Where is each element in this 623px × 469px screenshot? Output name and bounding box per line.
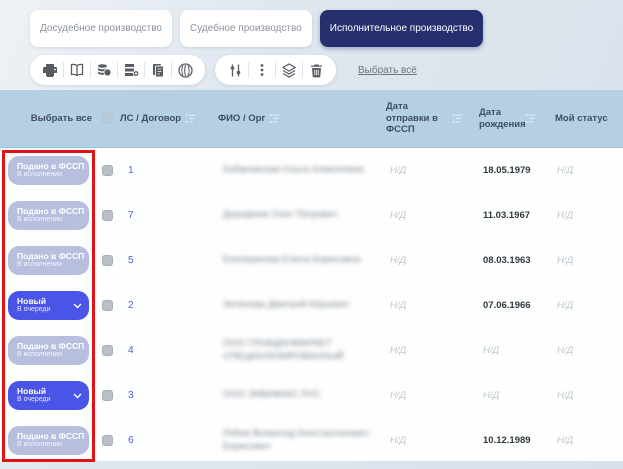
sort-icon[interactable] <box>269 113 280 124</box>
kebab-menu-icon[interactable] <box>251 59 273 81</box>
debtor-name: Зеленова Дмитрий Юрьевич <box>223 299 350 312</box>
layers-icon[interactable] <box>278 59 300 81</box>
toolbar-group-view <box>215 55 336 85</box>
my-status: Н/Д <box>557 255 573 266</box>
header-sent-date[interactable]: Дата отправки в ФССП <box>386 101 479 137</box>
birth-date: 18.05.1979 <box>483 165 531 176</box>
chevron-down-icon <box>73 303 82 309</box>
debtor-name: ООО ЭКВИФАКС РУС <box>223 389 321 402</box>
table-header: Выбрать все ЛС / Договор ФИО / Орг Дата … <box>0 90 623 148</box>
header-checkbox-cell <box>95 113 120 124</box>
enforcement-proceedings-page: Досудебное производство Судебное произво… <box>0 0 623 469</box>
account-link[interactable]: 7 <box>128 210 134 221</box>
sent-date: Н/Д <box>390 300 406 311</box>
header-account[interactable]: ЛС / Договор <box>120 113 218 125</box>
account-link[interactable]: 5 <box>128 255 134 266</box>
my-status: Н/Д <box>557 210 573 221</box>
row-checkbox[interactable] <box>102 210 113 221</box>
seal-icon[interactable] <box>174 59 196 81</box>
header-birth-date[interactable]: Дата рождения <box>479 107 555 131</box>
debtor-name: Дорофеев Олег Петрович <box>223 209 338 222</box>
sort-icon[interactable] <box>525 113 536 124</box>
status-badge[interactable]: НовыйВ очереди <box>8 291 89 320</box>
table-row: НовыйВ очереди 3 ООО ЭКВИФАКС РУС Н/Д Н/… <box>0 373 623 418</box>
debtor-name: Екатеринова Елена Борисовна <box>223 254 360 267</box>
sent-date: Н/Д <box>390 165 406 176</box>
row-checkbox[interactable] <box>102 435 113 446</box>
my-status: Н/Д <box>557 345 573 356</box>
birth-date: Н/Д <box>483 390 499 401</box>
account-link[interactable]: 1 <box>128 165 134 176</box>
my-status: Н/Д <box>557 390 573 401</box>
birth-date: 11.03.1967 <box>483 210 530 221</box>
my-status: Н/Д <box>557 300 573 311</box>
select-all-checkbox[interactable] <box>102 113 113 124</box>
table-row: Подано в ФССПВ исполнении 1 Бабановская … <box>0 148 623 193</box>
select-all-link[interactable]: Выбрать всё <box>358 65 417 76</box>
sort-icon[interactable] <box>185 113 196 124</box>
proceedings-tabs: Досудебное производство Судебное произво… <box>30 10 483 47</box>
sliders-icon[interactable] <box>224 59 246 81</box>
row-checkbox[interactable] <box>102 390 113 401</box>
registry-icon[interactable] <box>120 59 142 81</box>
my-status: Н/Д <box>557 165 573 176</box>
sent-date: Н/Д <box>390 435 406 446</box>
birth-date: 10.12.1989 <box>483 435 531 446</box>
table-row: Подано в ФССПВ исполнении 4 ООО ГРАЖДАНМ… <box>0 328 623 373</box>
row-checkbox[interactable] <box>102 165 113 176</box>
sent-date: Н/Д <box>390 255 406 266</box>
book-icon[interactable] <box>66 59 88 81</box>
table-row: Подано в ФССПВ исполнении 5 Екатеринова … <box>0 238 623 283</box>
coins-icon[interactable] <box>93 59 115 81</box>
chevron-down-icon <box>73 393 82 399</box>
account-link[interactable]: 3 <box>128 390 134 401</box>
sort-icon[interactable] <box>452 113 463 124</box>
status-badge[interactable]: Подано в ФССПВ исполнении <box>8 336 89 365</box>
row-checkbox[interactable] <box>102 300 113 311</box>
status-badge[interactable]: Подано в ФССПВ исполнении <box>8 201 89 230</box>
row-checkbox[interactable] <box>102 255 113 266</box>
table-row: Подано в ФССПВ исполнении 7 Дорофеев Оле… <box>0 193 623 238</box>
toolbar: Выбрать всё <box>30 55 417 85</box>
status-badge[interactable]: НовыйВ очереди <box>8 381 89 410</box>
tab-court[interactable]: Судебное производство <box>180 10 312 47</box>
status-badge[interactable]: Подано в ФССПВ исполнении <box>8 246 89 275</box>
sent-date: Н/Д <box>390 210 406 221</box>
debtor-name: Рябов Всеволод Константинович Борисович <box>223 428 386 454</box>
debtor-name: Бабановская Ольга Алексеевна <box>223 164 364 177</box>
header-select-all: Выбрать все <box>0 113 95 125</box>
status-badge[interactable]: Подано в ФССПВ исполнении <box>8 156 89 185</box>
account-link[interactable]: 4 <box>128 345 134 356</box>
status-badge[interactable]: Подано в ФССПВ исполнении <box>8 426 89 455</box>
account-link[interactable]: 2 <box>128 300 134 311</box>
sent-date: Н/Д <box>390 345 406 356</box>
table-row: НовыйВ очереди 2 Зеленова Дмитрий Юрьеви… <box>0 283 623 328</box>
debtor-name: ООО ГРАЖДАНМАРКЕТ СПЕЦИАЛИЗИРОВАННЫЙ <box>223 338 386 364</box>
sent-date: Н/Д <box>390 390 406 401</box>
row-checkbox[interactable] <box>102 345 113 356</box>
table-body: Подано в ФССПВ исполнении 1 Бабановская … <box>0 148 623 461</box>
toolbar-group-actions <box>30 55 205 85</box>
birth-date: 07.06.1966 <box>483 300 531 311</box>
birth-date: 08.03.1963 <box>483 255 531 266</box>
table-row: Подано в ФССПВ исполнении 6 Рябов Всевол… <box>0 418 623 463</box>
tab-enforcement[interactable]: Исполнительное производство <box>320 10 483 47</box>
trash-icon[interactable] <box>305 59 327 81</box>
tab-pretrial[interactable]: Досудебное производство <box>30 10 172 47</box>
header-my-status: Мой статус <box>555 113 623 125</box>
printer-icon[interactable] <box>39 59 61 81</box>
account-link[interactable]: 6 <box>128 435 134 446</box>
copy-documents-icon[interactable] <box>147 59 169 81</box>
my-status: Н/Д <box>557 435 573 446</box>
header-name[interactable]: ФИО / Орг <box>218 113 386 125</box>
birth-date: Н/Д <box>483 345 499 356</box>
